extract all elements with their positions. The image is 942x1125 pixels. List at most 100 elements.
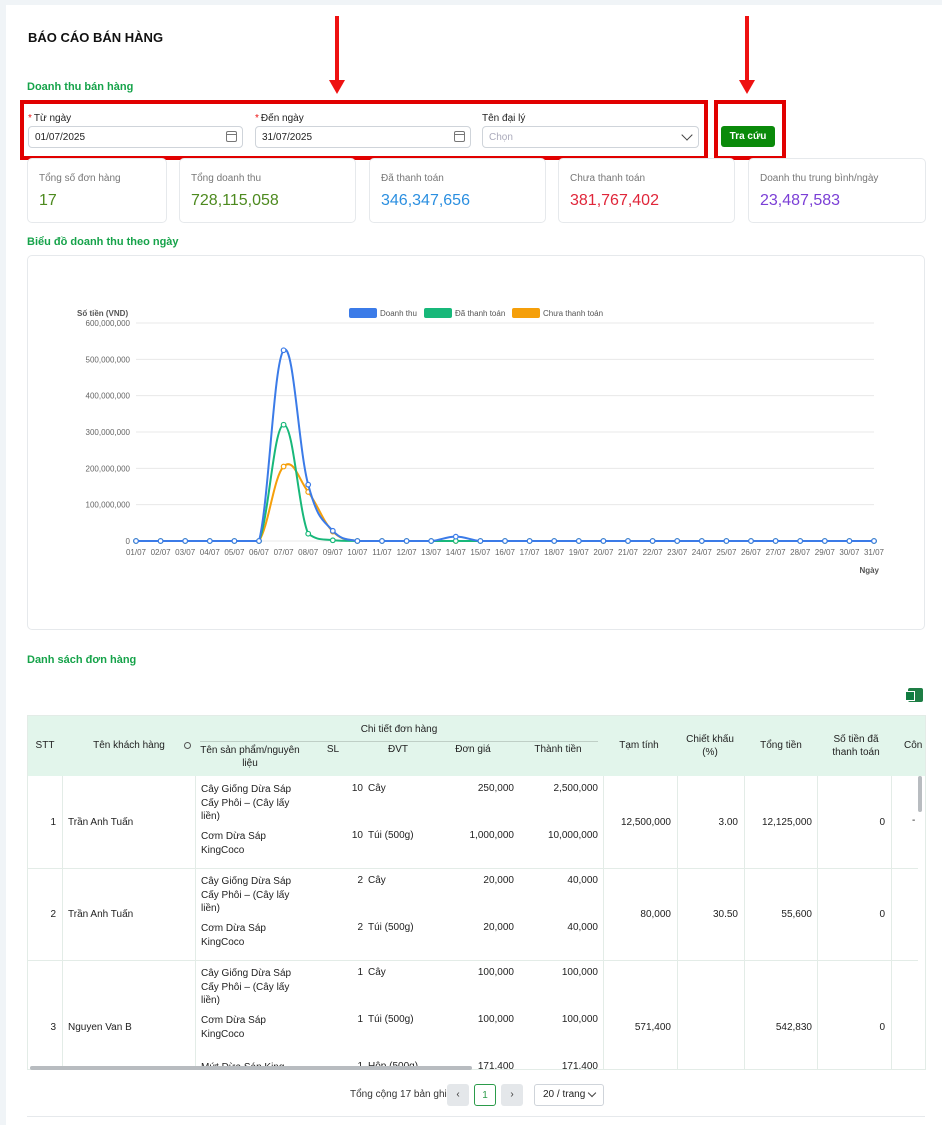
x-tick-label: 11/07	[372, 548, 392, 557]
x-tick-label: 30/07	[839, 548, 860, 557]
row-more: -	[912, 815, 916, 826]
x-tick-label: 26/07	[741, 548, 762, 557]
column-divider	[62, 776, 63, 1069]
item-product: Cây Giống Dừa Sáp Cấy Phôi – (Cây lấy li…	[201, 784, 292, 822]
data-point	[674, 538, 681, 544]
data-point	[748, 538, 754, 544]
row-total: 12,125,000	[761, 817, 812, 828]
excel-export-icon[interactable]	[905, 688, 923, 702]
item-price: 20,000	[483, 922, 514, 933]
data-point	[526, 538, 533, 544]
item-price: 100,000	[477, 1014, 514, 1025]
data-point	[698, 538, 705, 544]
data-point	[329, 537, 336, 544]
y-tick-label: 400,000,000	[86, 392, 131, 401]
row-paid: 0	[879, 1022, 885, 1033]
search-icon[interactable]	[184, 742, 191, 749]
header-price: Đơn giá	[455, 744, 491, 755]
page-1-button[interactable]: 1	[474, 1084, 496, 1106]
x-tick-label: 29/07	[815, 548, 836, 557]
header-more: Côn	[904, 740, 923, 751]
item-qty: 2	[357, 922, 363, 933]
x-tick-label: 12/07	[397, 548, 418, 557]
row-divider	[28, 960, 918, 961]
x-tick-label: 06/07	[249, 548, 270, 557]
x-tick-label: 19/07	[569, 548, 590, 557]
x-tick-label: 15/07	[470, 548, 491, 557]
data-point	[428, 538, 435, 544]
legend-label: Doanh thu	[380, 309, 417, 318]
row-divider	[28, 868, 918, 869]
header-qty: SL	[326, 744, 340, 755]
item-unit: Túi (500g)	[368, 1014, 414, 1025]
item-amount: 40,000	[567, 875, 598, 886]
header-customer: Tên khách hàng	[93, 740, 165, 751]
x-tick-label: 23/07	[667, 548, 688, 557]
header-discount: Chiết khấu (%)	[686, 734, 734, 758]
section-title-orders: Danh sách đơn hàng	[27, 654, 137, 666]
data-point	[600, 538, 607, 544]
item-product: Cơm Dừa Sáp KingCoco	[201, 831, 266, 856]
data-point	[871, 538, 877, 544]
item-unit: Túi (500g)	[368, 830, 414, 841]
x-tick-label: 24/07	[692, 548, 713, 557]
item-price: 250,000	[477, 783, 514, 794]
data-point	[280, 347, 287, 354]
y-tick-label: 500,000,000	[86, 355, 131, 364]
y-tick-label: 0	[126, 537, 131, 546]
x-tick-label: 27/07	[766, 548, 787, 557]
next-page-button[interactable]: ›	[501, 1084, 523, 1106]
x-tick-label: 16/07	[495, 548, 516, 557]
x-tick-label: 17/07	[520, 548, 541, 557]
x-tick-label: 31/07	[864, 548, 885, 557]
data-point	[305, 481, 312, 488]
x-tick-label: 13/07	[421, 548, 442, 557]
y-tick-label: 600,000,000	[86, 319, 131, 328]
x-tick-label: 22/07	[643, 548, 664, 557]
data-point	[575, 538, 582, 544]
y-tick-label: 200,000,000	[86, 464, 131, 473]
vertical-scrollbar[interactable]	[918, 776, 922, 812]
item-qty: 10	[351, 830, 363, 841]
item-price: 100,000	[477, 967, 514, 978]
item-qty: 10	[351, 783, 363, 794]
legend-label: Chưa thanh toán	[543, 309, 603, 318]
x-tick-label: 14/07	[446, 548, 467, 557]
row-subtotal: 571,400	[634, 1022, 671, 1033]
header-amount: Thành tiền	[534, 744, 582, 755]
legend-swatch	[424, 308, 452, 318]
data-point	[133, 538, 139, 544]
data-point	[280, 463, 287, 470]
data-point	[821, 538, 828, 544]
x-tick-label: 05/07	[224, 548, 245, 557]
data-point	[723, 538, 730, 544]
orders-table: STT Tên khách hàng Chi tiết đơn hàng Tên sả…	[27, 715, 926, 1070]
x-tick-label: 08/07	[298, 548, 319, 557]
x-tick-label: 20/07	[593, 548, 614, 557]
item-amount: 100,000	[561, 967, 598, 978]
data-point	[625, 538, 631, 544]
page-size-select[interactable]: 20 / trang	[534, 1084, 604, 1106]
data-point	[649, 538, 656, 544]
row-stt: 2	[50, 909, 56, 920]
prev-page-button[interactable]: ‹	[447, 1084, 469, 1106]
item-product: Cơm Dừa Sáp KingCoco	[201, 923, 266, 948]
pagination-total: Tổng cộng 17 bản ghi	[350, 1089, 447, 1100]
column-divider	[195, 776, 196, 1069]
data-point	[379, 538, 385, 544]
item-product: Cơm Dừa Sáp KingCoco	[201, 1015, 266, 1040]
horizontal-scrollbar[interactable]	[30, 1066, 472, 1070]
legend-label: Đã thanh toán	[455, 309, 505, 318]
divider	[27, 1116, 925, 1117]
data-point	[797, 538, 804, 544]
item-unit: Cây	[368, 783, 386, 794]
row-stt: 3	[50, 1022, 56, 1033]
x-tick-label: 07/07	[274, 548, 295, 557]
header-unit: ĐVT	[388, 744, 408, 755]
data-point	[452, 533, 459, 540]
data-point	[231, 538, 238, 544]
header-detail: Chi tiết đơn hàng	[360, 724, 438, 735]
row-total: 55,600	[781, 909, 812, 920]
x-tick-label: 02/07	[151, 548, 172, 557]
item-qty: 2	[357, 875, 363, 886]
